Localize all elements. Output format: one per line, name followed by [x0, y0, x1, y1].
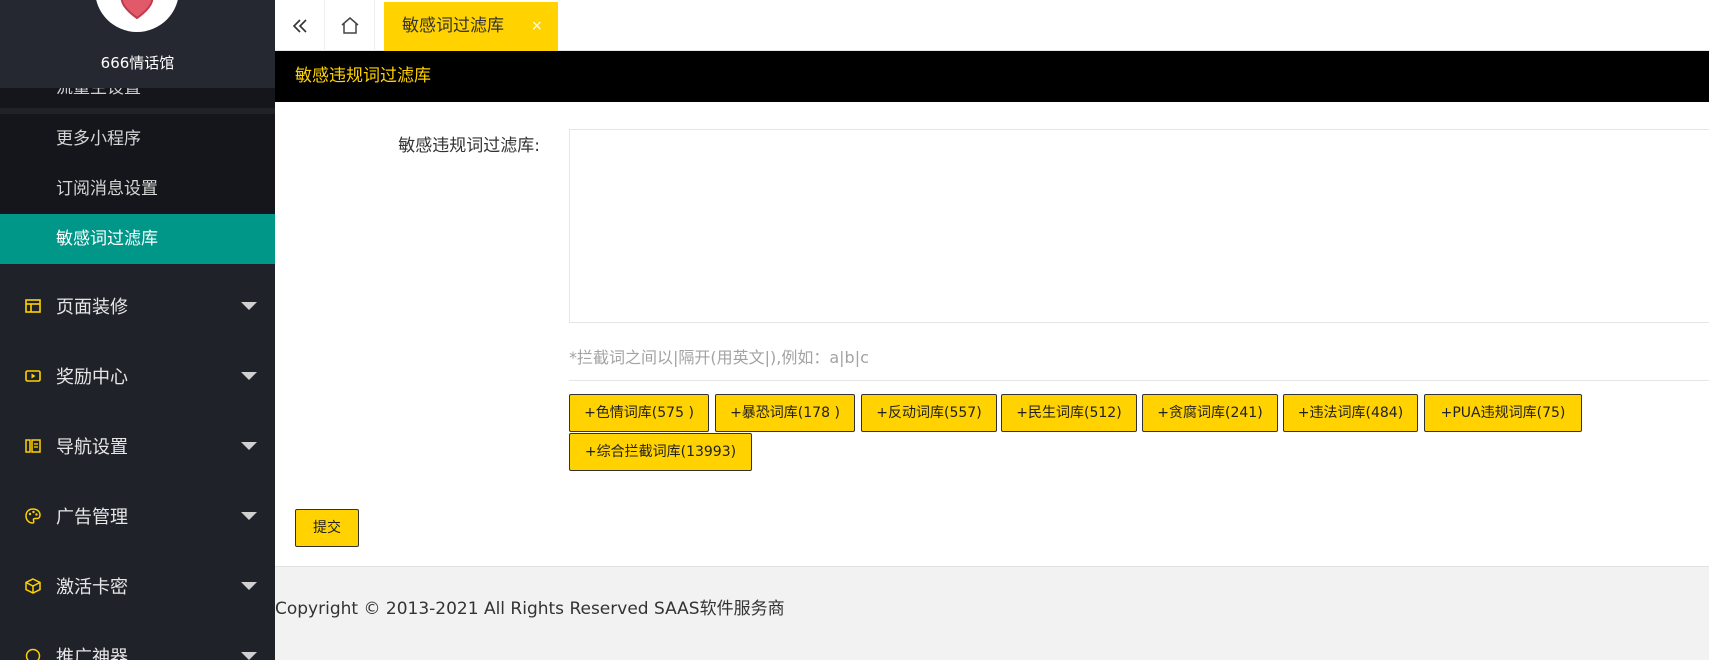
- illegal-lib-button[interactable]: +违法词库(484): [1283, 394, 1418, 432]
- sidebar-subitem-subscribe-msg[interactable]: 订阅消息设置: [0, 164, 275, 214]
- sidebar-subitem-more-miniapps[interactable]: 更多小程序: [0, 114, 275, 164]
- collapse-sidebar-button[interactable]: [275, 0, 325, 51]
- tab-bar: 敏感词过滤库 ×: [275, 0, 1709, 51]
- nav-icon: [25, 439, 41, 453]
- double-chevron-left-icon: [292, 18, 307, 33]
- sidebar-item-label: 页面装修: [56, 297, 128, 318]
- chevron-down-icon: [241, 512, 257, 520]
- chevron-down-icon: [241, 442, 257, 450]
- home-button[interactable]: [325, 0, 375, 51]
- divider: [569, 380, 1709, 381]
- sidebar-item-nav-settings[interactable]: 导航设置: [0, 411, 275, 481]
- sidebar-subitem-traffic[interactable]: 流量主设置: [0, 88, 275, 108]
- chevron-down-icon: [241, 302, 257, 310]
- sidebar-item-activate-card[interactable]: 激活卡密: [0, 551, 275, 621]
- sidebar-item-label: 奖励中心: [56, 367, 128, 388]
- video-icon: [25, 370, 41, 382]
- sidebar-item-label: 激活卡密: [56, 577, 128, 598]
- sidebar-item-page-decor[interactable]: 页面装修: [0, 271, 275, 341]
- brand-area: 666情话馆: [0, 0, 275, 88]
- sidebar-item-ad-management[interactable]: 广告管理: [0, 481, 275, 551]
- tab-label: 敏感词过滤库: [402, 16, 504, 36]
- tab-sensitive-words[interactable]: 敏感词过滤库 ×: [384, 2, 558, 51]
- sidebar-item-label: 广告管理: [56, 507, 128, 528]
- submit-button[interactable]: 提交: [295, 509, 359, 547]
- chevron-down-icon: [241, 582, 257, 590]
- sidebar-item-label: 导航设置: [56, 437, 128, 458]
- comprehensive-lib-button[interactable]: +综合拦截词库(13993): [569, 433, 752, 471]
- sidebar-item-promotion-tool[interactable]: 推广神器: [0, 621, 275, 660]
- circle-icon: [25, 648, 41, 660]
- layout-icon: [25, 299, 41, 313]
- corruption-lib-button[interactable]: +贪腐词库(241): [1142, 394, 1278, 432]
- chevron-down-icon: [241, 372, 257, 380]
- input-hint: *拦截词之间以|隔开(用英文|),例如：a|b|c: [569, 348, 869, 367]
- heart-logo-icon: [120, 0, 154, 20]
- panel-title: 敏感违规词过滤库: [275, 51, 1709, 102]
- footer-copyright: Copyright © 2013-2021 All Rights Reserve…: [275, 599, 785, 619]
- avatar[interactable]: [95, 0, 179, 32]
- sidebar: 666情话馆 流量主设置 更多小程序 订阅消息设置 敏感词过滤库 页面装修 奖励…: [0, 0, 275, 660]
- sidebar-subitem-sensitive-words[interactable]: 敏感词过滤库: [0, 214, 275, 264]
- close-icon[interactable]: ×: [531, 2, 543, 51]
- palette-icon: [25, 508, 41, 524]
- chevron-down-icon: [241, 652, 257, 660]
- porn-lib-button[interactable]: +色情词库(575 ): [569, 394, 709, 432]
- brand-name: 666情话馆: [100, 54, 175, 72]
- home-icon: [341, 16, 358, 34]
- sidebar-item-reward-center[interactable]: 奖励中心: [0, 341, 275, 411]
- filter-field-label: 敏感违规词过滤库:: [398, 136, 540, 156]
- sensitive-words-textarea[interactable]: [569, 129, 1709, 323]
- terror-lib-button[interactable]: +暴恐词库(178 ): [715, 394, 855, 432]
- cube-icon: [25, 578, 41, 594]
- main-panel: 敏感违规词过滤库 敏感违规词过滤库: *拦截词之间以|隔开(用英文|),例如：a…: [275, 51, 1709, 567]
- sidebar-item-label: 推广神器: [56, 647, 128, 660]
- livelihood-lib-button[interactable]: +民生词库(512): [1001, 394, 1137, 432]
- reactionary-lib-button[interactable]: +反动词库(557): [861, 394, 997, 432]
- pua-lib-button[interactable]: +PUA违规词库(75): [1424, 394, 1582, 432]
